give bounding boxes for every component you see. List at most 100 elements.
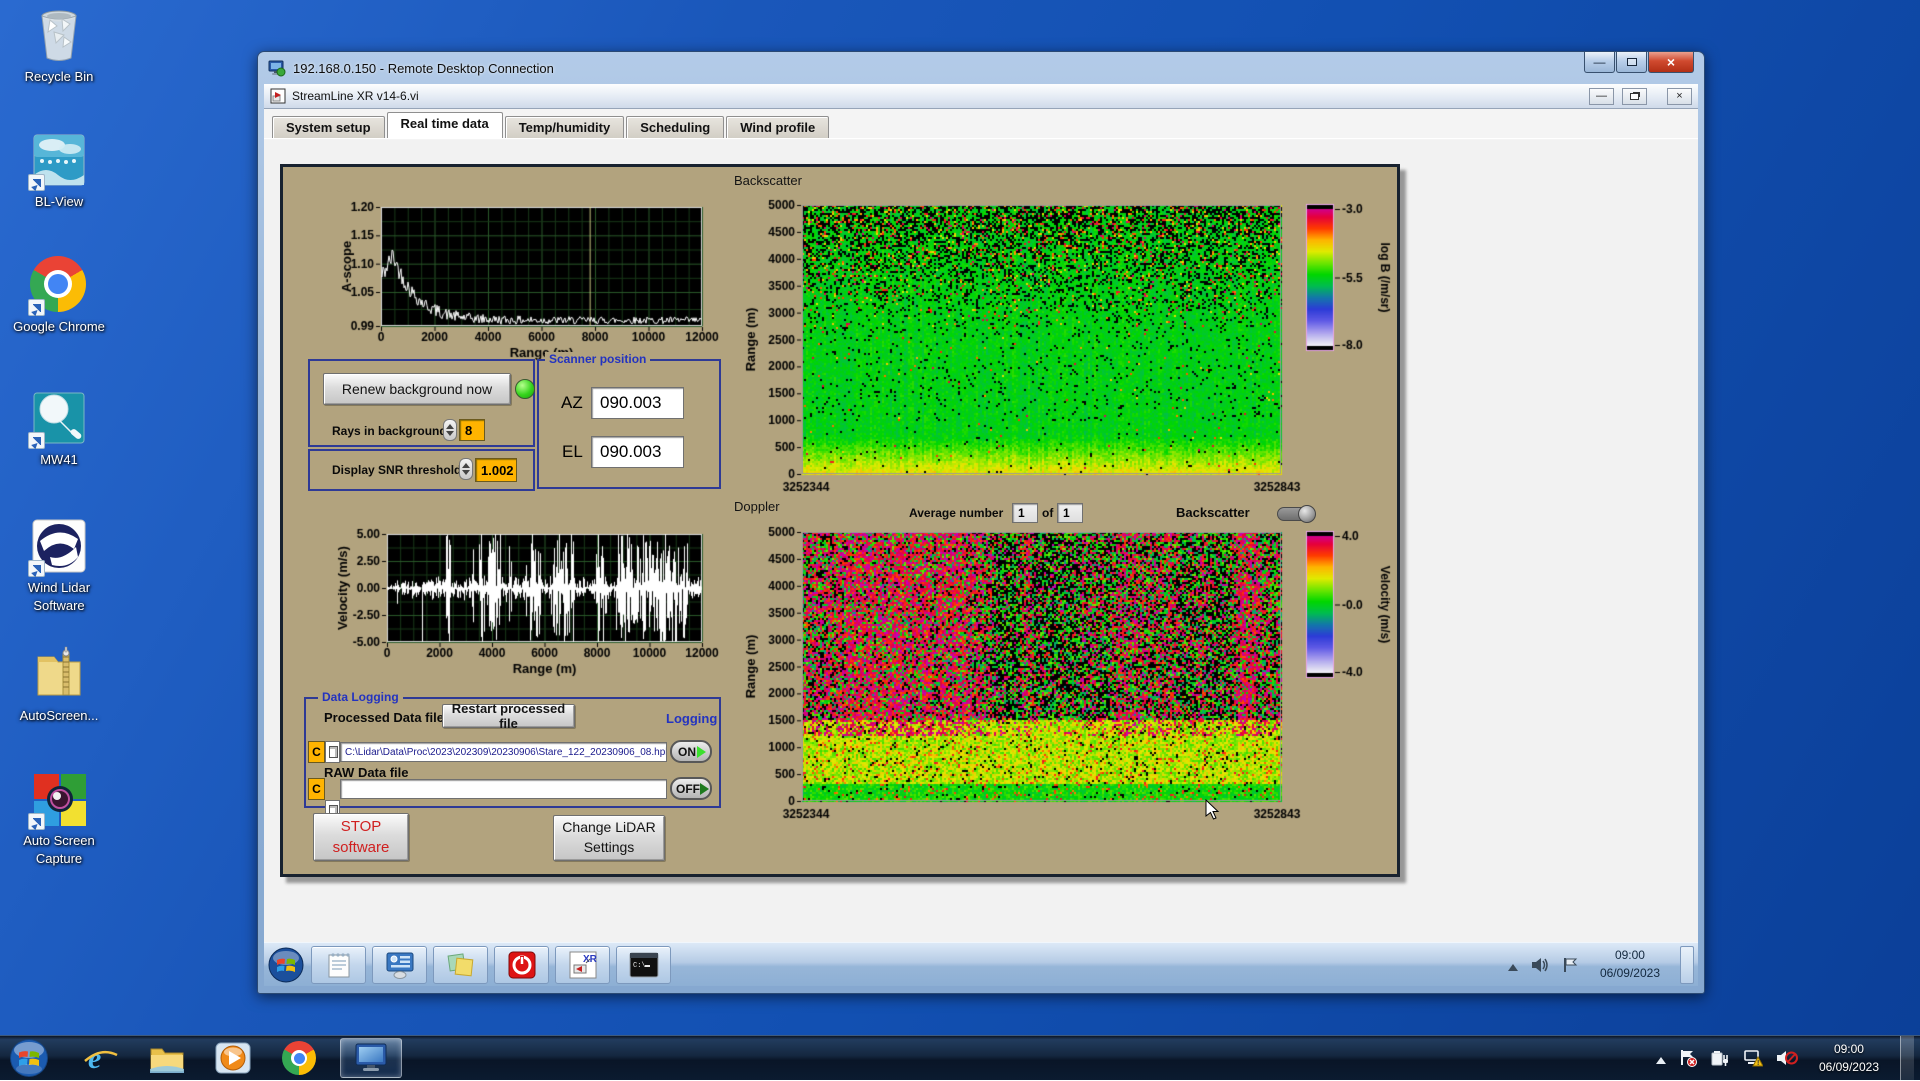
desktop-icon-google-chrome[interactable]: Google Chrome (4, 256, 114, 336)
windows-start-orb-icon (10, 1039, 48, 1077)
clock[interactable]: 09:00 06/09/2023 (1811, 1040, 1887, 1076)
app-minimize-button[interactable]: — (1589, 87, 1614, 105)
taskbar-internet-explorer[interactable]: e (76, 1038, 126, 1078)
minimize-button[interactable]: — (1584, 52, 1615, 73)
off-arrow-icon (700, 782, 709, 795)
rdp-window-title: 192.168.0.150 - Remote Desktop Connectio… (293, 60, 554, 76)
remote-start-button[interactable] (264, 945, 308, 985)
desktop-icon-autoscreen-zip[interactable]: AutoScreen... (4, 645, 114, 725)
display-settings-icon (386, 952, 413, 979)
backscatter-heatmap (733, 195, 1393, 500)
raw-data-file-label: RAW Data file (324, 765, 409, 780)
media-player-icon (215, 1042, 251, 1074)
data-logging-groupbox: Data Logging Processed Data file Restart… (304, 690, 721, 822)
remote-tray-expand-icon[interactable] (1507, 959, 1518, 971)
el-field[interactable]: 090.003 (591, 436, 684, 468)
network-warning-icon[interactable]: ! (1743, 1049, 1763, 1067)
scanner-position-groupbox: Scanner position AZ 090.003 EL 090.003 (537, 352, 721, 489)
remote-taskbar-power-button[interactable] (494, 945, 549, 984)
snr-spinner[interactable] (459, 458, 473, 480)
change-lidar-settings-button[interactable]: Change LiDAR Settings (553, 815, 665, 861)
doppler-plot-title: Doppler (734, 499, 780, 514)
backscatter-toggle-label: Backscatter (1176, 505, 1250, 520)
shortcut-arrow-icon (28, 813, 45, 830)
remote-taskbar-notepad-button[interactable] (311, 945, 366, 984)
raw-drive-box[interactable]: C (308, 778, 325, 800)
average-total-field[interactable]: 1 (1057, 503, 1083, 523)
raw-path-field[interactable] (340, 779, 667, 799)
action-center-flag-icon[interactable] (1679, 1049, 1697, 1067)
desktop-icon-mw41[interactable]: MW41 (4, 389, 114, 469)
backscatter-toggle-switch[interactable] (1277, 505, 1316, 523)
remote-language-flag-icon[interactable] (1562, 956, 1580, 974)
close-button[interactable]: × (1648, 52, 1694, 73)
change-line1: Change LiDAR (562, 819, 656, 836)
desktop-icon-label: Auto Screen Capture (23, 833, 95, 866)
rays-spinner[interactable] (443, 419, 457, 441)
volume-muted-icon[interactable] (1776, 1049, 1798, 1067)
remote-desktop-session: StreamLine XR v14-6.vi — × System setup … (264, 84, 1698, 986)
stop-software-button[interactable]: STOP software (313, 813, 409, 861)
rdp-titlebar[interactable]: 192.168.0.150 - Remote Desktop Connectio… (258, 52, 1704, 84)
backscatter-plot-title: Backscatter (734, 173, 802, 188)
tab-real-time-data[interactable]: Real time data (386, 112, 503, 138)
tray-expand-icon[interactable] (1655, 1052, 1666, 1064)
remote-taskbar-command-prompt-button[interactable]: C:\ (616, 945, 671, 984)
app-restore-button[interactable] (1622, 87, 1647, 105)
processed-browse-icon[interactable] (325, 741, 340, 763)
internet-explorer-icon: e (84, 1042, 118, 1075)
desktop-icon-bl-view[interactable]: BL-View (4, 131, 114, 211)
average-number-label: Average number (909, 506, 1004, 520)
svg-text:C:\: C:\ (633, 962, 646, 970)
raw-logging-toggle[interactable]: OFF (670, 777, 712, 800)
az-field[interactable]: 090.003 (591, 387, 684, 419)
rays-in-background-label: Rays in background (332, 424, 447, 438)
stop-line1: STOP (340, 818, 382, 835)
remote-show-desktop[interactable] (1680, 945, 1694, 984)
rays-in-background-field[interactable]: 8 (459, 419, 485, 441)
streamline-app-window: StreamLine XR v14-6.vi — × System setup … (264, 84, 1698, 942)
remote-taskbar-settings-button[interactable] (372, 945, 427, 984)
tab-system-setup[interactable]: System setup (272, 116, 385, 138)
processed-logging-toggle[interactable]: ON (670, 740, 712, 763)
snr-groupbox: Display SNR threshold 1.002 (308, 449, 535, 491)
taskbar-chrome[interactable] (274, 1038, 324, 1078)
taskbar-windows-explorer[interactable] (142, 1038, 192, 1078)
clock-time: 09:00 (1833, 1042, 1864, 1056)
shortcut-arrow-icon (28, 560, 45, 577)
remote-clock-time: 09:00 (1614, 948, 1645, 963)
snr-threshold-field[interactable]: 1.002 (475, 458, 517, 482)
tab-temp-humidity[interactable]: Temp/humidity (504, 116, 625, 138)
zip-folder-icon (30, 645, 88, 703)
desktop-icon-recycle-bin[interactable]: Recycle Bin (4, 6, 114, 86)
remote-taskbar-sticky-notes-button[interactable] (433, 945, 488, 984)
taskbar-media-player[interactable] (208, 1038, 258, 1078)
front-panel: Backscatter Doppler Average number 1 of … (280, 164, 1400, 877)
remote-volume-icon[interactable] (1530, 956, 1550, 974)
off-label: OFF (676, 781, 700, 796)
maximize-button[interactable] (1616, 52, 1647, 73)
restart-processed-file-button[interactable]: Restart processed file (442, 701, 575, 731)
processed-drive-box[interactable]: C (308, 741, 325, 763)
average-number-field[interactable]: 1 (1012, 503, 1038, 523)
tab-scheduling[interactable]: Scheduling (626, 116, 725, 138)
system-tray: ! 09:00 06/09/2023 (1655, 1035, 1920, 1081)
battery-icon[interactable] (1710, 1049, 1730, 1067)
processed-path-field[interactable]: C:\Lidar\Data\Proc\2023\202309\20230906\… (340, 742, 667, 762)
sticky-notes-icon (447, 952, 473, 976)
remote-taskbar-streamline-xr-button[interactable]: XR (555, 945, 610, 984)
remote-clock[interactable]: 09:00 06/09/2023 (1592, 947, 1668, 982)
app-close-button[interactable]: × (1667, 87, 1692, 105)
desktop-icon-auto-screen-capture[interactable]: Auto Screen Capture (4, 770, 114, 867)
auto-screen-capture-icon (28, 770, 88, 830)
power-icon (508, 951, 535, 978)
show-desktop-button[interactable] (1900, 1035, 1914, 1081)
renew-background-button[interactable]: Renew background now (323, 373, 511, 405)
app-titlebar[interactable]: StreamLine XR v14-6.vi — × (264, 84, 1698, 109)
taskbar-remote-desktop-active[interactable] (340, 1038, 402, 1078)
remote-taskbar: XR C:\ 09:00 06/09/2023 (264, 942, 1698, 986)
tab-wind-profile[interactable]: Wind profile (726, 116, 830, 138)
start-button[interactable] (4, 1038, 54, 1078)
background-groupbox: Renew background now Rays in background … (308, 359, 535, 447)
desktop-icon-wind-lidar[interactable]: Wind Lidar Software (4, 517, 114, 614)
